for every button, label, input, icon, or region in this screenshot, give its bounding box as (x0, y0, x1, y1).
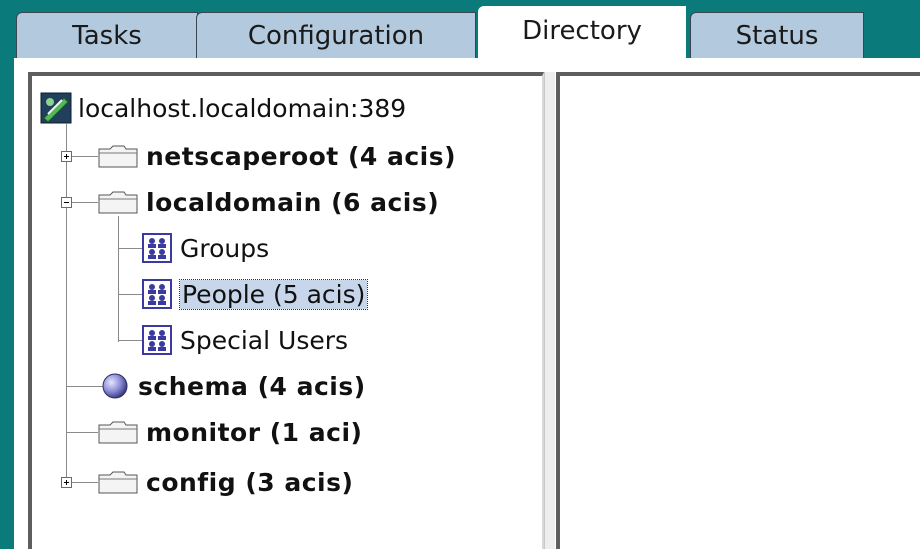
tree-line (118, 248, 142, 249)
tree-item-people[interactable]: People (5 acis) (142, 274, 369, 314)
tree-line (66, 432, 98, 433)
group-icon (142, 279, 172, 309)
tab-configuration[interactable]: Configuration (196, 12, 476, 58)
tree-item-label: config (3 acis) (146, 467, 354, 497)
tree-root-label: localhost.localdomain:389 (78, 93, 407, 123)
tree-item-config[interactable]: config (3 acis) (98, 462, 353, 502)
tree-item-label: netscaperoot (4 acis) (146, 141, 457, 171)
tab-status[interactable]: Status (690, 12, 864, 58)
tree-item-schema[interactable]: schema (4 acis) (98, 366, 366, 406)
tree-item-label: localdomain (6 acis) (146, 187, 440, 217)
folder-icon (98, 421, 138, 444)
folder-icon (98, 471, 138, 494)
collapse-toggle[interactable] (61, 197, 72, 208)
tree-line (118, 216, 119, 342)
tree-item-monitor[interactable]: monitor (1 aci) (98, 412, 362, 452)
tree-item-label: Special Users (180, 325, 349, 355)
tree-item-special-users[interactable]: Special Users (142, 320, 348, 360)
server-icon (40, 92, 72, 124)
tab-directory[interactable]: Directory (478, 6, 686, 62)
group-icon (142, 233, 172, 263)
tree-item-localdomain[interactable]: localdomain (6 acis) (98, 182, 439, 222)
tree-item-netscaperoot[interactable]: netscaperoot (4 acis) (98, 136, 456, 176)
tree-root-node[interactable]: localhost.localdomain:389 (40, 88, 406, 128)
tree-line (118, 340, 142, 341)
group-icon (142, 325, 172, 355)
tab-strip: Tasks Configuration Status Directory (0, 0, 920, 62)
pane-splitter[interactable] (544, 72, 555, 549)
tree-item-label: Groups (180, 233, 270, 263)
tree-line (66, 124, 67, 483)
tab-tasks[interactable]: Tasks (16, 12, 198, 58)
expand-toggle[interactable] (61, 477, 72, 488)
folder-icon (98, 191, 138, 214)
tree-line (118, 294, 142, 295)
detail-pane[interactable] (556, 72, 920, 549)
directory-tree-pane[interactable]: localhost.localdomain:389 netscaperoot (… (28, 72, 544, 549)
globe-icon (102, 373, 128, 399)
folder-icon (98, 145, 138, 168)
expand-toggle[interactable] (61, 151, 72, 162)
tree-item-label: monitor (1 aci) (146, 417, 363, 447)
tree-item-label: schema (4 acis) (138, 371, 366, 401)
tree-item-label-selected: People (5 acis) (178, 278, 369, 310)
tree-item-groups[interactable]: Groups (142, 228, 269, 268)
